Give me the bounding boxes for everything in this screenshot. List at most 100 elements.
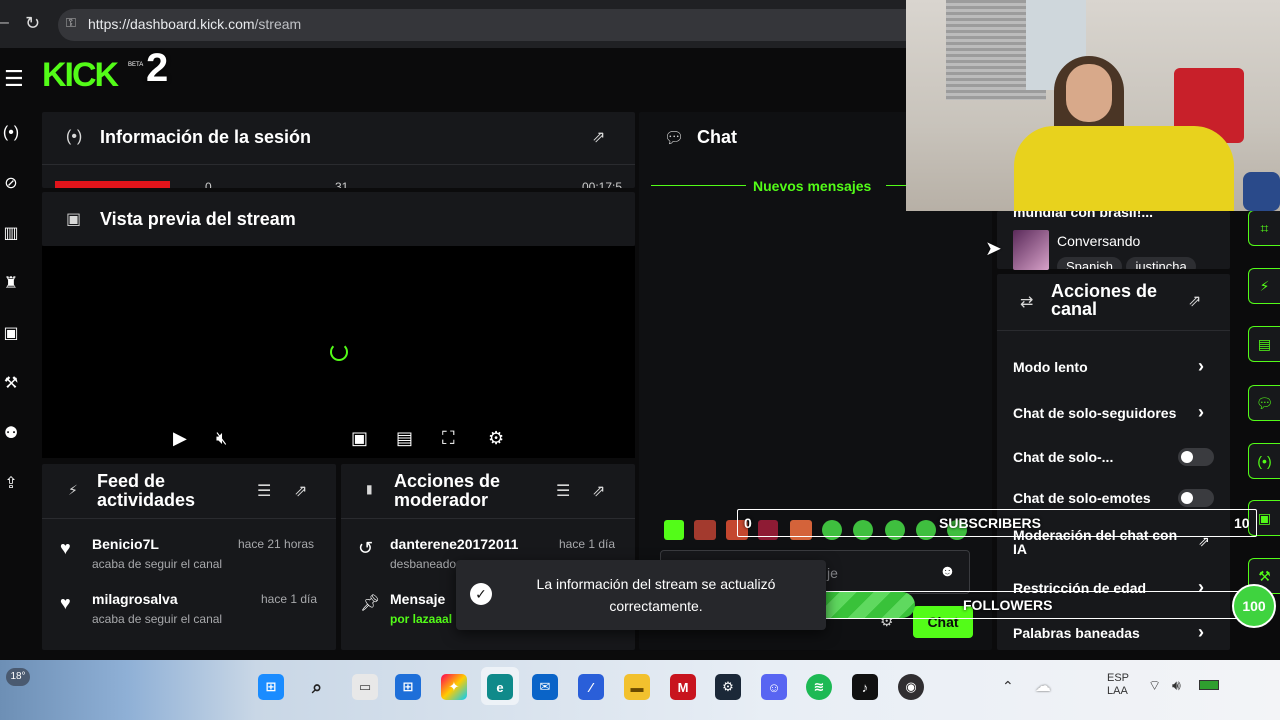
analytics-icon[interactable]: ▥	[0, 223, 22, 243]
spotify-icon[interactable]: ≋	[806, 674, 832, 700]
tag-list: Spanish justincha	[1057, 257, 1196, 269]
toast-message: La información del stream se actualizó c…	[536, 576, 776, 614]
mod-item-title[interactable]: Mensaje	[390, 591, 445, 607]
document-icon: ▮	[366, 482, 373, 496]
site-info-icon[interactable]: ⚿	[66, 15, 76, 31]
battery-icon[interactable]	[1199, 680, 1219, 690]
mod-action: desbaneado	[390, 557, 457, 571]
category-thumbnail[interactable]	[1013, 230, 1049, 270]
popout-icon[interactable]: ⇗	[294, 481, 307, 501]
subs-only-toggle[interactable]	[1178, 448, 1214, 466]
feed-username[interactable]: Benicio7L	[92, 536, 159, 552]
theater-icon[interactable]: ▤	[396, 428, 413, 449]
slow-mode-item[interactable]: Modo lento	[1013, 359, 1088, 375]
settings-icon[interactable]: ⚙	[488, 428, 504, 449]
volume-icon[interactable]: 🔊︎	[1172, 677, 1181, 694]
users-icon[interactable]: ⚉	[0, 423, 22, 443]
chat-icon: 💬︎	[664, 130, 685, 147]
feed-action: acaba de seguir el canal	[92, 557, 223, 571]
stream-icon[interactable]: (•)	[0, 124, 22, 142]
wifi-icon[interactable]: ⌔	[1148, 677, 1161, 695]
steam-icon[interactable]: ⚙	[715, 674, 741, 700]
folder-icon[interactable]: ▬	[624, 674, 650, 700]
divider	[997, 330, 1230, 331]
mcafee-icon[interactable]: M	[670, 674, 696, 700]
emote-icon[interactable]	[694, 520, 716, 540]
tag[interactable]: justincha	[1126, 257, 1196, 269]
copilot-icon[interactable]: ✦	[441, 674, 467, 700]
fullscreen-icon[interactable]: ⛶	[442, 428, 455, 449]
emote-only-toggle[interactable]	[1178, 489, 1214, 507]
wrench-icon[interactable]: ⚒	[0, 373, 22, 393]
divider	[886, 185, 906, 186]
feed-username[interactable]: milagrosalva	[92, 591, 178, 607]
video-icon[interactable]: ▣	[0, 323, 22, 343]
yellow-jersey	[1014, 126, 1234, 211]
chevron-right-icon[interactable]: ›	[1198, 622, 1204, 643]
menu-icon[interactable]: ☰	[4, 66, 24, 92]
store-icon[interactable]: ⊞	[395, 674, 421, 700]
trophy-icon[interactable]: ♜	[0, 273, 22, 293]
back-icon[interactable]: –	[0, 14, 9, 32]
chevron-right-icon[interactable]: ›	[1198, 356, 1204, 377]
filter-icon[interactable]: ☰	[556, 481, 570, 501]
edge-icon[interactable]: e	[487, 674, 513, 700]
weather-widget[interactable]: 18°	[6, 668, 30, 686]
obs-icon[interactable]: ◉	[898, 674, 924, 700]
emoji-icon[interactable]: ☻	[939, 563, 956, 581]
divider	[42, 164, 635, 165]
rail-lightning-icon[interactable]: ⚡︎	[1248, 268, 1280, 304]
play-icon[interactable]: ▶	[173, 428, 187, 449]
subscribers-goal-bar: 0 SUBSCRIBERS 10	[737, 509, 1257, 537]
mod-username[interactable]: danterene20172011	[390, 536, 518, 552]
subscribers-current: 0	[744, 515, 752, 531]
filter-icon[interactable]: ☰	[257, 481, 271, 501]
tray-chevron-icon[interactable]: ⌃	[1002, 678, 1014, 695]
live-indicator	[55, 181, 170, 188]
rail-broadcast-icon[interactable]: (•)	[1248, 443, 1280, 479]
new-messages-label[interactable]: Nuevos mensajes	[753, 178, 871, 194]
mute-icon[interactable]: 🔇︎	[216, 428, 227, 449]
lang-layout: LAA	[1107, 685, 1128, 697]
outlook-icon[interactable]: ✉	[532, 674, 558, 700]
discord-icon[interactable]: ☺	[761, 674, 787, 700]
kick-logo[interactable]: KICK BETA	[42, 52, 143, 94]
emote-icon[interactable]	[664, 520, 684, 540]
chevron-right-icon[interactable]: ›	[1198, 402, 1204, 423]
followers-only-item[interactable]: Chat de solo-seguidores	[1013, 405, 1176, 421]
toast-notification: ✓ La información del stream se actualizó…	[456, 560, 826, 630]
category-name[interactable]: Conversando	[1057, 233, 1140, 249]
blue-object	[1243, 172, 1280, 211]
url-text[interactable]: https://dashboard.kick.com/stream	[88, 16, 301, 32]
popout-icon[interactable]: ⇗	[592, 127, 605, 147]
rail-chat-icon[interactable]: 💬︎	[1248, 385, 1280, 421]
overlay-number: 2	[146, 46, 169, 90]
onedrive-icon[interactable]: ☁	[1035, 676, 1051, 696]
feed-action: acaba de seguir el canal	[92, 612, 223, 626]
start-icon[interactable]: ⊞	[258, 674, 284, 700]
search-icon[interactable]: ⌕	[304, 674, 330, 700]
reload-icon[interactable]: ↻	[25, 13, 40, 34]
popout-icon[interactable]: ⇗	[1188, 291, 1201, 311]
language-indicator[interactable]: ESP LAA	[1107, 672, 1129, 698]
tag[interactable]: Spanish	[1057, 257, 1122, 269]
tiktok-icon[interactable]: ♪	[852, 674, 878, 700]
followers-goal-badge: 100	[1232, 584, 1276, 628]
heart-icon: ♥	[60, 538, 71, 558]
upload-icon[interactable]: ⇪	[0, 473, 22, 493]
subscribers-goal: 10	[1234, 515, 1250, 531]
task-view-icon[interactable]: ▭	[352, 674, 378, 700]
unban-icon: ↺	[358, 538, 374, 558]
miniplayer-icon[interactable]: ▣	[351, 428, 368, 449]
popout-icon[interactable]: ⇗	[592, 481, 605, 501]
link-icon[interactable]: ⊘	[0, 173, 22, 193]
feed-time: hace 21 horas	[238, 537, 315, 551]
banned-words-item[interactable]: Palabras baneadas	[1013, 625, 1140, 641]
rail-camera-icon[interactable]: ⌗	[1248, 210, 1280, 246]
activity-feed-title: Feed de actividades	[97, 471, 196, 510]
divider	[42, 518, 336, 519]
paint-icon[interactable]: ⁄	[578, 674, 604, 700]
stream-preview-title: Vista previa del stream	[100, 209, 296, 229]
feed-time: hace 1 día	[261, 592, 318, 606]
rail-document-icon[interactable]: ▤	[1248, 326, 1280, 362]
